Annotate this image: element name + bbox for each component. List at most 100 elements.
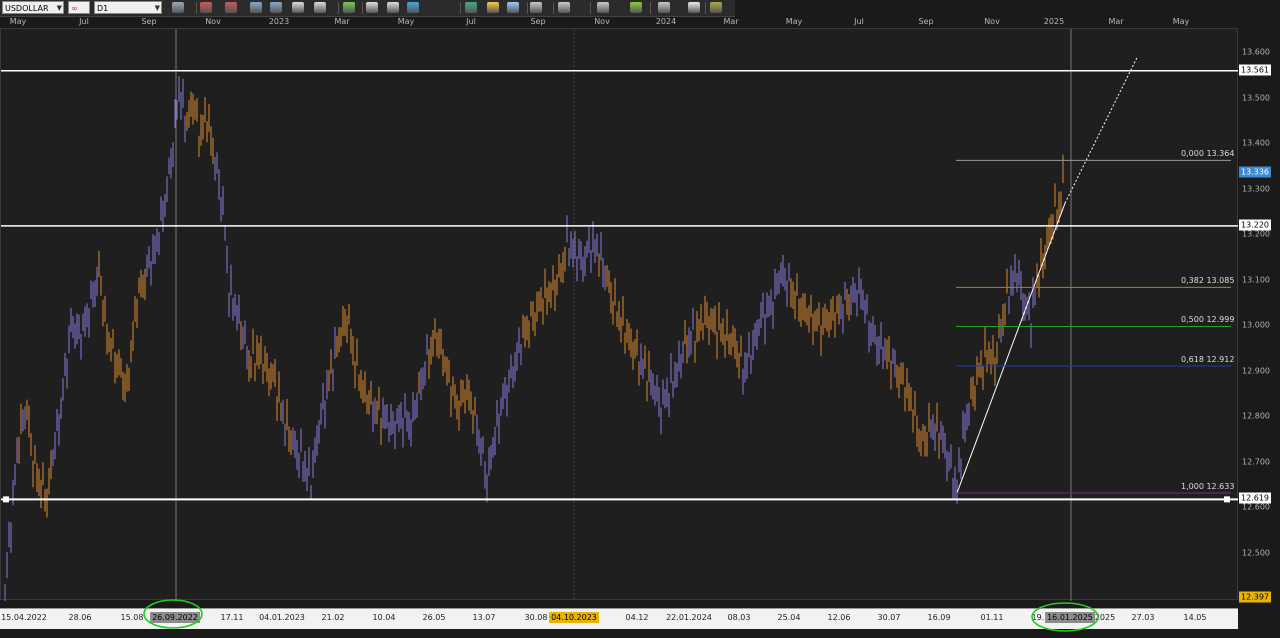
top-axis-label: Sep	[141, 17, 157, 26]
date-highlight: 04.10.2023	[549, 612, 599, 623]
eraser-icon[interactable]	[688, 2, 700, 13]
object-icon[interactable]	[314, 2, 326, 13]
zoom-out-icon[interactable]	[270, 2, 282, 13]
date-highlight: 16.01.2025	[1045, 612, 1095, 623]
chart-type-icon[interactable]	[172, 2, 184, 13]
top-axis-label: Mar	[1108, 17, 1124, 26]
price-scale[interactable]: 13.600 13.500 13.400 13.300 13.200 13.100 13.0…	[1238, 28, 1280, 603]
top-axis-label: Jul	[79, 17, 89, 26]
fibonacci-level-label: 0,618 12.912	[1181, 355, 1235, 365]
indicator-icon[interactable]	[387, 2, 399, 13]
date-tick-label: 21.02	[321, 613, 345, 622]
chart-area[interactable]: 0,000 13.364 0,382 13.085 0,500 12.999 0,61…	[0, 28, 1239, 601]
window-icon[interactable]	[507, 2, 519, 13]
toolbar-separator	[527, 2, 528, 14]
trendline-icon[interactable]	[530, 2, 542, 13]
toolbar-separator	[460, 2, 461, 14]
date-tick-label: 16.09	[927, 613, 951, 622]
date-tick-label: 04.12	[625, 613, 649, 622]
price-tick-label: 13.100	[1242, 275, 1270, 284]
cursor-icon[interactable]	[292, 2, 304, 13]
date-tick-label: 13.07	[472, 613, 496, 622]
symbol-select[interactable]: USDOLLAR ▼	[2, 1, 64, 14]
top-axis-label: May	[9, 17, 27, 26]
price-marker: 13.336	[1239, 166, 1271, 178]
date-tick-label: 30.08	[524, 613, 548, 622]
price-marker: 13.220	[1239, 219, 1271, 231]
price-marker: 12.397	[1239, 591, 1271, 603]
date-tick-label: 04.01.2023	[259, 613, 305, 622]
top-axis-label: 2024	[655, 17, 677, 26]
top-axis-label: Sep	[530, 17, 546, 26]
date-tick-label: 15.08	[120, 613, 144, 622]
price-tick-label: 12.800	[1242, 411, 1270, 421]
top-axis-label: 2025	[1043, 17, 1065, 26]
date-tick-label: 27.03	[1131, 613, 1155, 622]
fibonacci-level-label: 0,500 12.999	[1181, 315, 1235, 325]
fibonacci-level-label: 1,000 12.633	[1181, 481, 1235, 491]
trend-line-extension[interactable]	[1064, 57, 1138, 204]
price-tick-label: 13.500	[1242, 93, 1270, 102]
trend-line[interactable]	[956, 202, 1066, 494]
price-tick-label: 12.500	[1242, 548, 1270, 557]
bar-chart-icon[interactable]	[200, 2, 212, 13]
rectangle-icon[interactable]	[558, 2, 570, 13]
channel-icon[interactable]	[597, 2, 609, 13]
top-axis-label: Mar	[723, 17, 739, 26]
top-axis-label: Jul	[466, 17, 476, 26]
date-tick-label: 14.05	[1183, 613, 1207, 622]
date-tick-label: 10.04	[372, 613, 396, 622]
picture-icon[interactable]	[465, 2, 477, 13]
price-tick-label: 12.600	[1242, 502, 1270, 512]
toolbar-separator	[338, 2, 339, 14]
line-handle[interactable]	[3, 496, 9, 503]
chevron-down-icon: ▼	[56, 4, 62, 12]
toolbar: USDOLLAR ▼ ∞ D1 ▼	[0, 0, 735, 17]
sphere-icon[interactable]	[658, 2, 670, 13]
top-axis-label: Nov	[594, 17, 610, 26]
toolbar-separator	[705, 2, 706, 14]
date-tick-label: 08.03	[727, 613, 751, 622]
price-tick-label: 13.300	[1242, 184, 1270, 193]
top-axis-label: Nov	[984, 17, 1000, 26]
fibonacci-icon[interactable]	[630, 2, 642, 13]
date-tick-label: 12.06	[827, 613, 851, 622]
zoom-in-icon[interactable]	[250, 2, 262, 13]
link-icon: ∞	[71, 4, 78, 13]
symbol-label: USDOLLAR	[5, 4, 49, 13]
toolbar-separator	[590, 2, 591, 14]
timeframe-label: D1	[97, 4, 109, 13]
top-axis-label: Mar	[334, 17, 350, 26]
price-tick-label: 13.000	[1242, 320, 1270, 330]
toolbar-separator	[553, 2, 554, 14]
date-tick-label: 2025	[1094, 613, 1116, 622]
link-select[interactable]: ∞	[68, 1, 90, 14]
top-axis-label: Sep	[918, 17, 934, 26]
crosshair-icon[interactable]	[343, 2, 355, 13]
chart-canvas[interactable]	[1, 29, 1239, 601]
price-marker: 12.619	[1239, 492, 1271, 504]
chevron-down-icon: ▼	[154, 4, 160, 12]
fibonacci-level-label: 0,382 13.085	[1181, 276, 1235, 286]
fibonacci-level-label: 0,000 13.364	[1181, 149, 1235, 159]
toolbar-separator	[650, 2, 651, 14]
candles-icon[interactable]	[225, 2, 237, 13]
date-tick-label: 22.01.2024	[666, 613, 712, 622]
price-tick-label: 12.900	[1242, 366, 1270, 375]
pencil-icon[interactable]	[487, 2, 499, 13]
globe-icon[interactable]	[407, 2, 419, 13]
top-axis-label: May	[785, 17, 803, 26]
top-axis-label: May	[397, 17, 415, 26]
date-highlight: 26.09.2022	[150, 612, 200, 623]
template-icon[interactable]	[366, 2, 378, 13]
price-marker: 13.561	[1239, 64, 1271, 76]
line-handle[interactable]	[1224, 496, 1230, 503]
top-axis-label: Nov	[205, 17, 221, 26]
date-scale[interactable]: 15.04.2022 28.06 15.08 17.11 04.01.2023 21.02…	[0, 608, 1238, 629]
price-tick-label: 12.700	[1242, 457, 1270, 466]
date-tick-label: 25.04	[777, 613, 801, 622]
settings-icon[interactable]	[710, 2, 722, 13]
timeframe-select[interactable]: D1 ▼	[94, 1, 162, 14]
date-tick-label: 15.04.2022	[1, 613, 47, 622]
top-axis-label: 2023	[268, 17, 290, 26]
